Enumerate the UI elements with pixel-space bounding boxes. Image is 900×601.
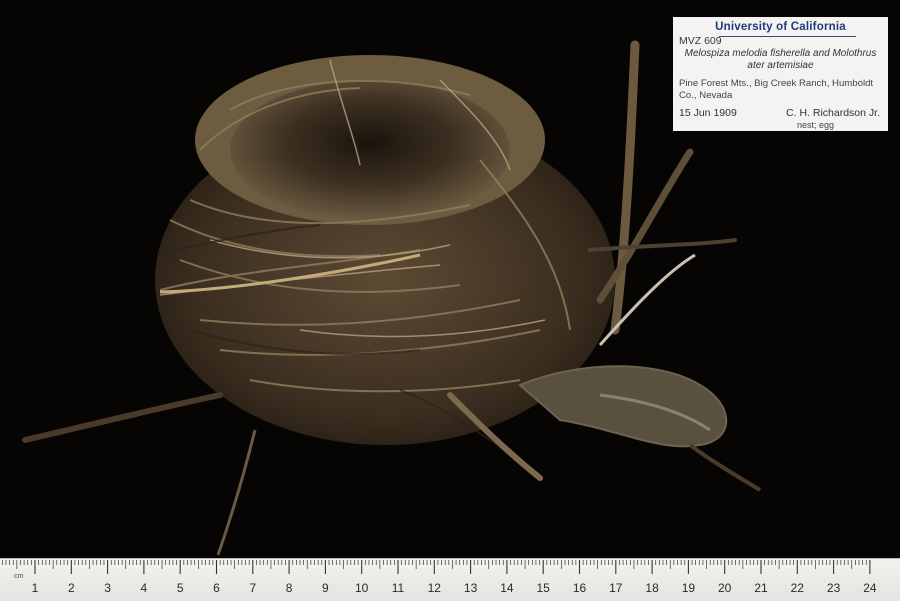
ruler-mark-label: 11 [391, 581, 405, 595]
nest-cup [230, 80, 510, 220]
lower-twig [216, 429, 257, 556]
ruler-mark-label: 23 [826, 581, 841, 595]
catalog-number: MVZ 609 [679, 35, 722, 47]
ruler-mark-label: 18 [645, 581, 659, 595]
specimen-parts: nest; egg [796, 120, 834, 130]
ruler-mark-label: 4 [140, 581, 148, 595]
ruler-unit: cm [14, 573, 24, 580]
taxon-name: Melospiza melodia fisherella and Molothr… [684, 48, 877, 71]
label-divider [719, 36, 856, 37]
bark-branch [518, 365, 728, 448]
ruler-mark-label: 19 [681, 581, 696, 595]
institution-name: University of California [715, 21, 846, 33]
ruler-mark-label: 3 [104, 581, 111, 595]
ruler-mark-label: 8 [285, 581, 293, 595]
scale-ruler: cm 1 2 3 4 5 6 7 8 9 10 11 12 13 14 15 16 17 18 19 20 21 22 23… [0, 558, 900, 601]
ruler-mark-label: 7 [249, 581, 257, 595]
ruler-mark-label: 13 [463, 581, 478, 595]
collection-date: 15 Jun 1909 [679, 107, 737, 119]
left-twig [22, 392, 223, 443]
ruler-mark-label: 14 [500, 581, 514, 595]
ruler-mark-label: 9 [322, 581, 329, 595]
ruler-mark-label: 22 [790, 581, 804, 595]
ruler-mark-label: 21 [754, 581, 768, 595]
ruler-mark-label: 10 [355, 581, 369, 595]
specimen-label: University of California MVZ 609 Melospi… [673, 17, 888, 131]
ruler-mark-label: 2 [67, 581, 75, 595]
ruler-mark-label: 15 [536, 581, 550, 595]
locality: Pine Forest Mts., Big Creek Ranch, Humbo… [679, 78, 874, 101]
ruler-mark-label: 6 [213, 581, 220, 595]
ruler-mark-label: 1 [31, 581, 39, 595]
ruler-mark-label: 16 [572, 581, 587, 595]
ruler-mark-label: 5 [176, 581, 184, 595]
collector-name: C. H. Richardson Jr. [786, 107, 880, 119]
ruler-mark-label: 17 [609, 581, 623, 595]
ruler-mark-label: 20 [718, 581, 732, 595]
ruler-mark-label: 12 [427, 581, 441, 595]
ruler-mark-label: 24 [863, 581, 877, 595]
photo-stage: University of California MVZ 609 Melospi… [0, 0, 900, 601]
